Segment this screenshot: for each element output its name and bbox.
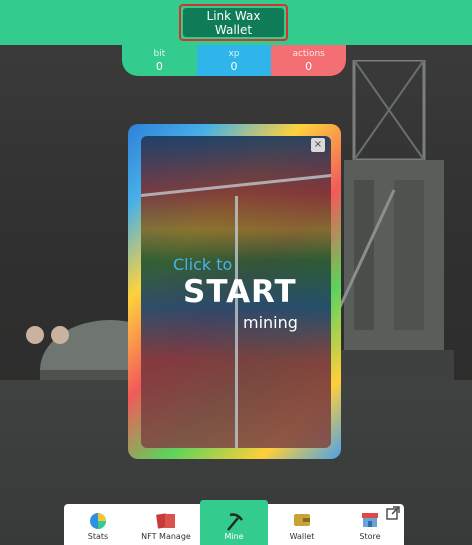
nav-label: Wallet — [289, 532, 315, 541]
external-link-icon[interactable] — [386, 506, 400, 520]
start-text: START — [183, 274, 297, 310]
wallet-icon — [294, 514, 310, 526]
stat-actions: actions 0 — [271, 45, 347, 76]
stat-xp: xp 0 — [196, 45, 272, 76]
stat-label: actions — [292, 48, 325, 59]
nav-label: Store — [359, 532, 381, 541]
store-icon — [362, 513, 378, 527]
nav-label: Mine — [224, 532, 244, 541]
nav-label: Stats — [87, 532, 109, 541]
pie-chart-icon — [90, 513, 106, 529]
link-wax-wallet-button[interactable]: Link Wax Wallet — [183, 8, 284, 37]
close-button[interactable]: × — [311, 138, 325, 152]
stat-label: bit — [153, 48, 166, 59]
stat-value: 0 — [155, 59, 163, 73]
bottom-nav: Stats NFT Manage Mine Wallet Store — [64, 504, 404, 545]
stat-value: 0 — [305, 59, 313, 73]
nav-label: NFT Manage — [141, 532, 191, 541]
nav-stats[interactable]: Stats — [64, 504, 132, 545]
nav-mine[interactable]: Mine — [200, 504, 268, 545]
cards-icon — [156, 513, 175, 529]
pickaxe-icon — [227, 513, 244, 531]
mining-text: mining — [243, 313, 298, 332]
click-to-text: Click to — [173, 255, 233, 274]
stat-label: xp — [228, 48, 240, 59]
stat-bit: bit 0 — [122, 45, 197, 76]
stats-panel: bit 0 xp 0 actions 0 — [122, 45, 347, 76]
stat-value: 0 — [230, 59, 238, 73]
nav-wallet[interactable]: Wallet — [268, 504, 336, 545]
nav-nft-manage[interactable]: NFT Manage — [132, 504, 200, 545]
